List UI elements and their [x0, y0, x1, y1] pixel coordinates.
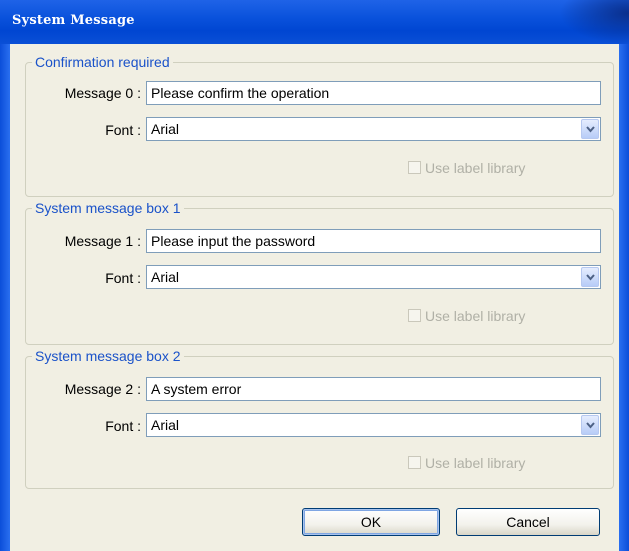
checkbox-box[interactable] [408, 456, 421, 469]
font-0-select[interactable]: Arial [146, 117, 601, 141]
checkbox-box[interactable] [408, 161, 421, 174]
message-0-input[interactable]: Please confirm the operation [146, 81, 601, 105]
message-1-label: Message 1 : [64, 233, 141, 249]
ok-button[interactable]: OK [302, 508, 440, 536]
font-1-select[interactable]: Arial [146, 265, 601, 289]
chevron-down-icon [586, 422, 595, 429]
checkbox-label: Use label library [425, 308, 526, 324]
font-1-label: Font : [105, 270, 141, 286]
group-legend: Confirmation required [35, 54, 170, 70]
checkbox-box[interactable] [408, 309, 421, 322]
font-2-value: Arial [151, 417, 180, 433]
message-2-label: Message 2 : [64, 381, 141, 397]
message-2-input[interactable]: A system error [146, 377, 601, 401]
font-2-dropdown-button[interactable] [581, 415, 599, 435]
group-legend: System message box 1 [35, 200, 181, 216]
font-1-dropdown-button[interactable] [581, 267, 599, 287]
use-label-library-0-checkbox[interactable]: Use label library [408, 160, 548, 176]
window-title: System Message [12, 13, 135, 28]
title-bar-corner-decoration [559, 0, 629, 44]
font-2-select[interactable]: Arial [146, 413, 601, 437]
window-border-left [0, 44, 10, 551]
system-message-dialog: System Message Confirmation required Mes… [0, 0, 629, 551]
window-border-right [619, 44, 629, 551]
checkbox-label: Use label library [425, 455, 526, 471]
dialog-body: Confirmation required Message 0 : Please… [10, 44, 619, 551]
message-0-label: Message 0 : [64, 85, 141, 101]
use-label-library-1-checkbox[interactable]: Use label library [408, 308, 548, 324]
message-1-input[interactable]: Please input the password [146, 229, 601, 253]
font-1-value: Arial [151, 269, 180, 285]
title-bar[interactable]: System Message [0, 0, 629, 45]
use-label-library-2-checkbox[interactable]: Use label library [408, 455, 548, 471]
font-0-dropdown-button[interactable] [581, 119, 599, 139]
font-2-label: Font : [105, 418, 141, 434]
checkbox-label: Use label library [425, 160, 526, 176]
font-0-value: Arial [151, 121, 180, 137]
cancel-button[interactable]: Cancel [456, 508, 600, 536]
chevron-down-icon [586, 126, 595, 133]
group-legend: System message box 2 [35, 348, 181, 364]
chevron-down-icon [586, 274, 595, 281]
font-0-label: Font : [105, 122, 141, 138]
